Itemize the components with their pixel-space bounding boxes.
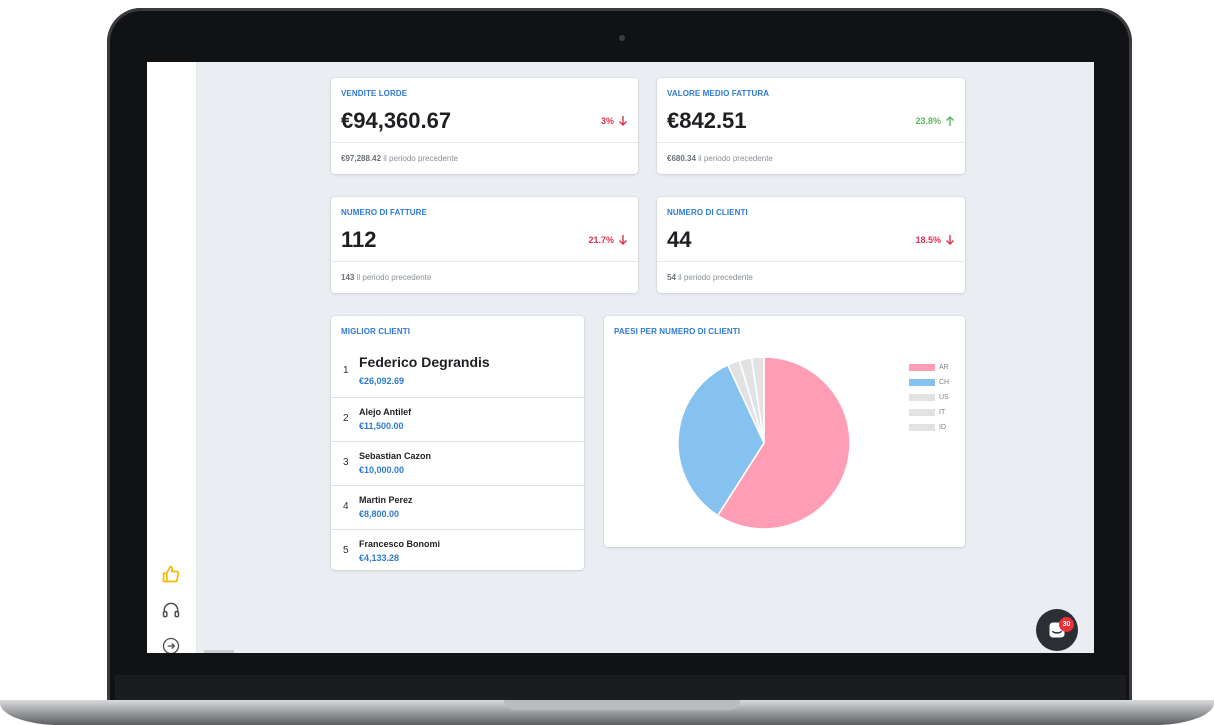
legend-label: ID [939, 424, 946, 431]
kpi-previous: €97,288.42 il periodo precedente [341, 154, 458, 163]
headset-icon[interactable] [161, 600, 183, 620]
logout-icon[interactable] [161, 636, 183, 653]
legend-swatch [909, 424, 935, 431]
kpi-title: VALORE MEDIO FATTURA [667, 89, 770, 98]
client-rank: 5 [343, 545, 349, 556]
kpi-change-value: 18.5% [915, 235, 941, 245]
client-amount: €8,800.00 [359, 509, 400, 519]
kpi-change-value: 23.8% [915, 116, 941, 126]
chat-badge: 30 [1059, 617, 1074, 632]
legend-label: US [939, 394, 949, 401]
kpi-previous-label: il periodo precedente [678, 273, 753, 282]
client-amount: €11,500.00 [359, 421, 404, 431]
kpi-change: 3% [601, 115, 628, 127]
arrow-down-icon [619, 116, 627, 126]
divider [331, 142, 638, 143]
client-name: Alejo Antilef [359, 407, 412, 417]
kpi-card-client-count: NUMERO DI CLIENTI 44 18.5% 54 il periodo… [657, 197, 965, 293]
client-amount: €4,133.28 [359, 553, 400, 563]
legend-item-ar: AR [909, 364, 949, 371]
client-row[interactable]: 1 Federico Degrandis €26,092.69 [331, 344, 584, 398]
kpi-previous-value: €680.34 [667, 154, 696, 163]
legend-label: AR [939, 364, 949, 371]
client-rank: 3 [343, 457, 349, 468]
client-rank: 2 [343, 413, 349, 424]
kpi-card-average-invoice: VALORE MEDIO FATTURA €842.51 23.8% €680.… [657, 78, 965, 174]
kpi-previous-label: il periodo precedente [356, 273, 432, 282]
kpi-title: NUMERO DI CLIENTI [667, 208, 748, 217]
legend-item-it: IT [909, 409, 945, 416]
client-amount: €26,092.69 [359, 376, 405, 386]
kpi-card-invoice-count: NUMERO DI FATTURE 112 21.7% 143 il perio… [331, 197, 638, 293]
client-row[interactable]: 2 Alejo Antilef €11,500.00 [331, 398, 584, 442]
top-clients-card: MIGLIOR CLIENTI 1 Federico Degrandis €26… [331, 316, 584, 570]
countries-chart-card: PAESI PER NUMERO DI CLIENTI AR CH US IT ID [604, 316, 965, 547]
legend-swatch [909, 409, 935, 416]
legend-item-id: ID [909, 424, 946, 431]
kpi-title: VENDITE LORDE [341, 89, 408, 98]
card-title: MIGLIOR CLIENTI [341, 327, 411, 336]
legend-swatch [909, 379, 935, 386]
kpi-change: 21.7% [588, 234, 628, 246]
kpi-change: 23.8% [915, 115, 955, 127]
client-row[interactable]: 4 Martin Perez €8,800.00 [331, 486, 584, 530]
legend-item-us: US [909, 394, 949, 401]
client-amount: €10,000.00 [359, 465, 405, 475]
kpi-change-value: 21.7% [588, 235, 614, 245]
kpi-value: €94,360.67 [341, 108, 452, 133]
legend-label: CH [939, 379, 950, 386]
client-name: Martin Perez [359, 495, 413, 505]
kpi-value: 112 [341, 227, 377, 252]
arrow-up-icon [946, 116, 954, 126]
client-row[interactable]: 3 Sebastian Cazon €10,000.00 [331, 442, 584, 486]
pie-chart [677, 356, 851, 530]
thumbs-up-icon[interactable] [161, 564, 183, 584]
kpi-change: 18.5% [915, 234, 955, 246]
kpi-value: €842.51 [667, 108, 747, 133]
kpi-previous-value: 143 [341, 273, 355, 282]
legend-label: IT [939, 409, 946, 416]
kpi-previous-label: il periodo precedente [698, 154, 773, 163]
laptop-notch [504, 700, 740, 710]
client-name: Sebastian Cazon [359, 451, 432, 461]
client-rank: 1 [343, 365, 349, 376]
kpi-value: 44 [667, 227, 692, 252]
arrow-down-icon [619, 235, 627, 245]
kpi-card-gross-sales: VENDITE LORDE €94,360.67 3% €97,288.42 i… [331, 78, 638, 174]
client-name: Federico Degrandis [359, 354, 490, 370]
legend-swatch [909, 394, 935, 401]
divider [331, 261, 638, 262]
client-name: Francesco Bonomi [359, 539, 441, 549]
kpi-previous-label: il periodo precedente [383, 154, 458, 163]
app-screen: VENDITE LORDE €94,360.67 3% €97,288.42 i… [147, 62, 1094, 653]
divider [657, 261, 965, 262]
scroll-indicator [204, 650, 234, 653]
kpi-previous: 54 il periodo precedente [667, 273, 753, 282]
kpi-title: NUMERO DI FATTURE [341, 208, 427, 217]
camera [619, 35, 625, 41]
kpi-previous: 143 il periodo precedente [341, 273, 431, 282]
arrow-down-icon [946, 235, 954, 245]
kpi-change-value: 3% [600, 116, 614, 126]
client-rank: 4 [343, 501, 349, 512]
divider [657, 142, 965, 143]
chat-button[interactable] [1036, 609, 1078, 651]
kpi-previous-value: €97,288.42 [341, 154, 382, 163]
kpi-previous-value: 54 [667, 273, 676, 282]
kpi-previous: €680.34 il periodo precedente [667, 154, 773, 163]
chart-title: PAESI PER NUMERO DI CLIENTI [614, 327, 741, 336]
client-row[interactable]: 5 Francesco Bonomi €4,133.28 [331, 530, 584, 570]
sidebar [147, 62, 197, 653]
legend-item-ch: CH [909, 379, 949, 386]
legend-swatch [909, 364, 935, 371]
